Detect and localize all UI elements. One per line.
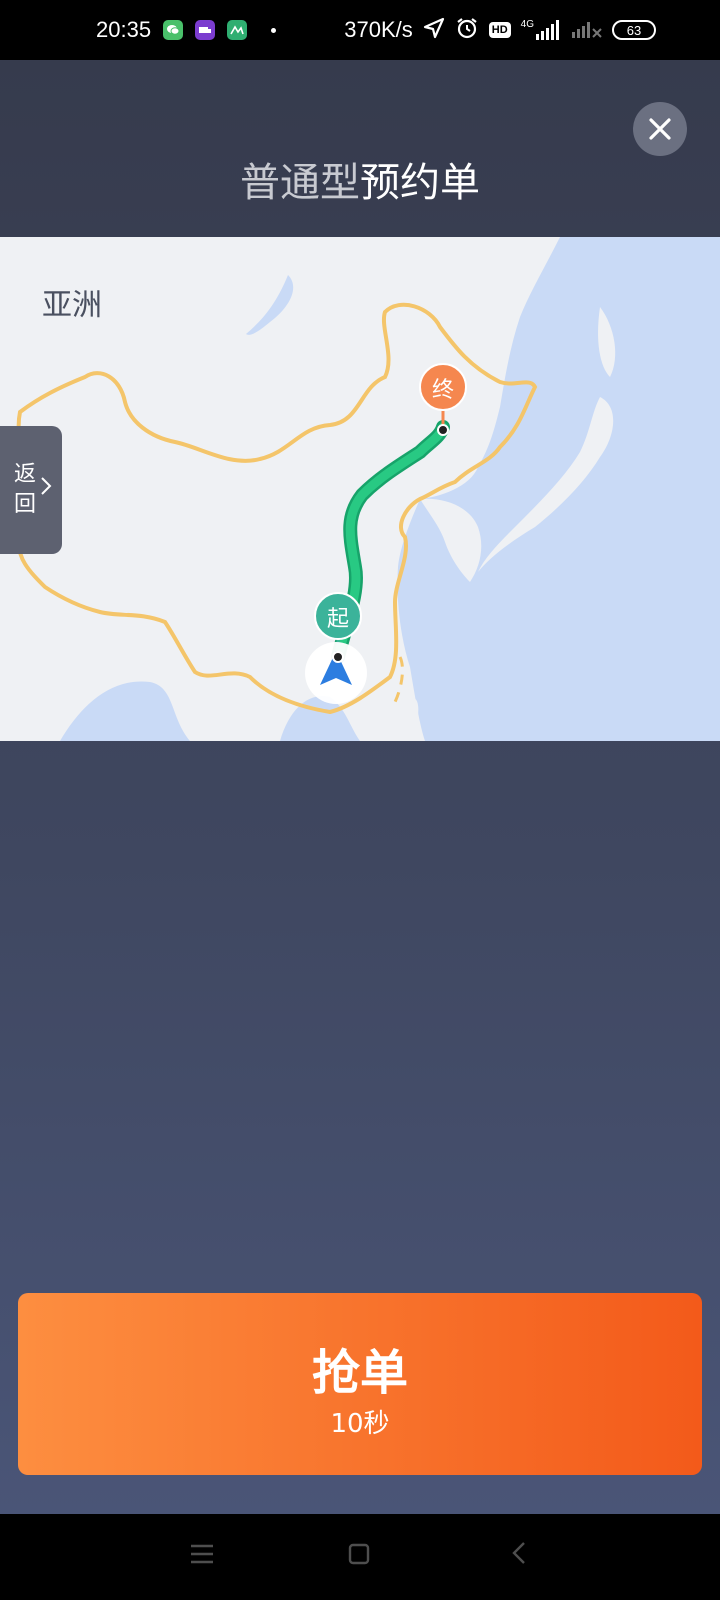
- order-type: 普通型: [240, 160, 360, 206]
- notification-dot: [271, 27, 277, 33]
- menu-icon[interactable]: [190, 1536, 214, 1576]
- back-tab[interactable]: 返回: [0, 426, 62, 554]
- countdown-label: 10秒: [330, 1409, 390, 1439]
- status-time: 20:35: [96, 17, 152, 42]
- end-marker-dot: [437, 424, 449, 436]
- map-canvas: [0, 237, 616, 741]
- signal-icon: 4G: [521, 20, 562, 40]
- home-square-icon[interactable]: [348, 1536, 370, 1576]
- wechat-icon: [163, 20, 184, 40]
- app-icon: [227, 20, 248, 40]
- back-chevron-icon[interactable]: [512, 1536, 526, 1576]
- end-marker-label: 终: [431, 378, 454, 403]
- network-type: 4G: [520, 19, 534, 30]
- alarm-icon: [455, 16, 479, 44]
- app-icon: [195, 20, 216, 40]
- signal-icon: [572, 18, 602, 42]
- status-right: 370K/s HD 4G 63: [344, 0, 656, 60]
- land-area: [420, 498, 482, 582]
- battery-indicator: 63: [612, 20, 656, 40]
- order-kind: 预约单: [360, 160, 480, 206]
- grab-order-label: 抢单: [311, 1345, 408, 1401]
- hd-icon: HD: [488, 22, 511, 38]
- page-title: 普通型预约单: [0, 150, 720, 208]
- start-marker-label: 起: [326, 607, 349, 632]
- land-area: [598, 307, 616, 377]
- system-nav-bar: [0, 1514, 720, 1600]
- route-map[interactable]: 终 起: [0, 237, 720, 741]
- chevron-right-icon: [40, 476, 52, 502]
- land-area: [478, 397, 614, 572]
- net-speed: 370K/s: [344, 17, 413, 42]
- status-bar: 20:35 370K/s HD 4G 63: [0, 0, 720, 60]
- status-left: 20:35: [96, 0, 277, 60]
- region-label: 亚洲: [42, 288, 102, 323]
- close-button[interactable]: [633, 102, 687, 156]
- grab-order-button[interactable]: 抢单 10秒: [18, 1293, 702, 1475]
- back-label: 返回: [14, 462, 37, 517]
- close-icon: [649, 118, 671, 140]
- location-arrow-icon: [423, 17, 445, 43]
